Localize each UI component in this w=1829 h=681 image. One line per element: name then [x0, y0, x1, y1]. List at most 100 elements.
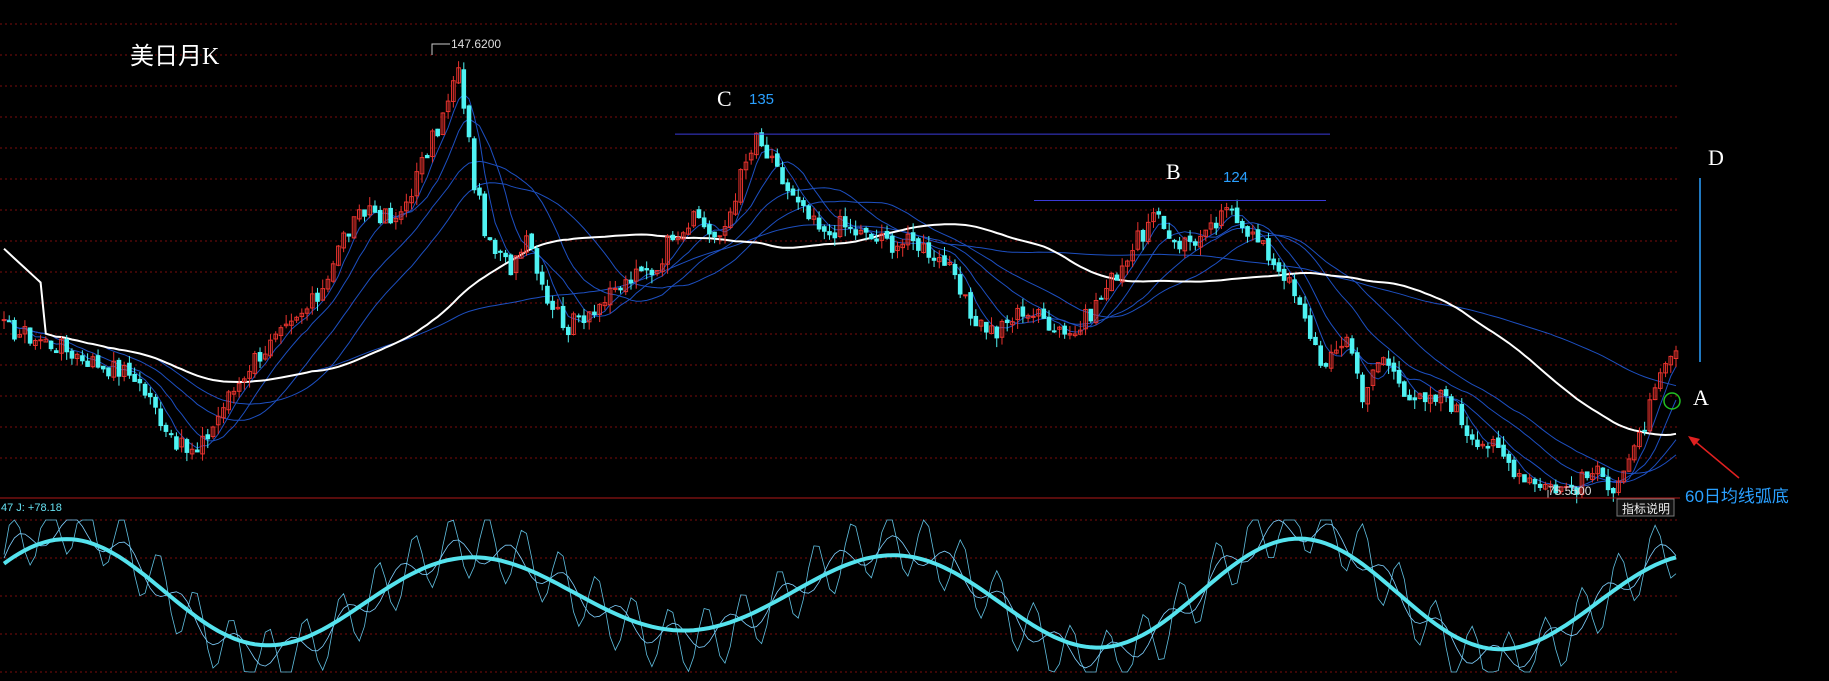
- point-d-label: D: [1708, 145, 1724, 170]
- candle-body: [1020, 306, 1026, 317]
- point-a-label: A: [1693, 385, 1709, 410]
- candle-body: [644, 268, 649, 271]
- candle-body: [487, 237, 493, 241]
- candle-body: [1088, 308, 1094, 322]
- candle-body: [1229, 208, 1235, 211]
- level-c-value: 135: [749, 91, 774, 108]
- candle-body: [707, 224, 712, 235]
- candle-body: [80, 355, 85, 362]
- candle-body: [6, 320, 12, 323]
- candle-body: [1292, 279, 1297, 297]
- candle-body: [931, 257, 937, 261]
- candle-body: [64, 339, 70, 353]
- indicator-help-button-label[interactable]: 指标说明: [1622, 501, 1670, 516]
- indicator-help-button[interactable]: 指标说明: [1616, 498, 1675, 517]
- candle-body: [1046, 316, 1052, 331]
- candle-body: [1297, 297, 1303, 305]
- candle-body: [174, 436, 179, 450]
- candle-body: [1, 319, 7, 322]
- candle-body: [163, 424, 169, 432]
- candle-body: [1412, 397, 1418, 401]
- candle-body: [984, 321, 989, 333]
- candle-body: [1051, 330, 1057, 333]
- candle-body: [424, 154, 430, 159]
- candle-body: [957, 274, 963, 295]
- candle-body: [195, 449, 200, 453]
- candle-body: [775, 153, 780, 167]
- candle-body: [48, 340, 54, 350]
- candle-body: [613, 287, 618, 290]
- candle-body: [853, 229, 858, 236]
- candle-body: [27, 327, 33, 344]
- candle-body: [1475, 439, 1480, 448]
- candle-body: [670, 234, 676, 241]
- candle-body: [1501, 444, 1506, 457]
- candle-body: [539, 271, 545, 285]
- candle-body: [618, 287, 623, 291]
- candle-body: [717, 235, 723, 238]
- candle-body: [148, 392, 153, 398]
- level-b-value: 124: [1223, 169, 1248, 186]
- candle-body: [1177, 240, 1182, 250]
- candle-body: [1234, 207, 1240, 224]
- candle-body: [1464, 425, 1470, 436]
- candle-body: [801, 200, 806, 206]
- candle-body: [1391, 362, 1397, 372]
- candle-body: [639, 266, 644, 272]
- candle-body: [1354, 352, 1360, 374]
- candle-body: [696, 209, 702, 219]
- candle-body: [1281, 268, 1287, 281]
- candle-body: [38, 339, 43, 342]
- candle-body: [388, 207, 393, 224]
- candle-body: [137, 378, 143, 384]
- high-label: 147.6200: [451, 37, 501, 51]
- candle-body: [1266, 238, 1271, 261]
- candle-body: [372, 205, 378, 213]
- candle-body: [1213, 222, 1219, 229]
- candle-body: [790, 188, 796, 196]
- candle-body: [498, 250, 503, 253]
- candle-body: [257, 352, 263, 362]
- candle-body: [477, 187, 482, 196]
- candle-body: [942, 255, 947, 266]
- candle-body: [822, 226, 827, 232]
- candle-body: [184, 439, 190, 453]
- candle-body: [100, 365, 106, 370]
- candle-body: [1302, 303, 1308, 319]
- candle-body: [362, 209, 367, 217]
- candle-body: [1318, 345, 1324, 366]
- candle-body: [1386, 358, 1391, 366]
- candle-body: [142, 383, 148, 396]
- candle-body: [85, 360, 90, 367]
- point-c-label: C: [717, 86, 732, 111]
- ma60-arc-bottom-annotation: 60日均线弧底: [1685, 487, 1789, 506]
- candle-body: [12, 319, 17, 340]
- candle-body: [994, 326, 1000, 339]
- candle-body: [1031, 315, 1036, 318]
- candle-body: [1584, 471, 1590, 479]
- candle-body: [1522, 474, 1527, 483]
- candle-body: [95, 355, 101, 368]
- chart-background: [0, 0, 1829, 681]
- candle-body: [1496, 437, 1501, 448]
- candle-body: [153, 396, 158, 408]
- candle-body: [592, 311, 597, 316]
- candle-body: [916, 238, 921, 251]
- candle-body: [1140, 229, 1146, 242]
- candle-body: [1349, 338, 1355, 354]
- candle-body: [1642, 429, 1647, 432]
- candle-body: [1449, 396, 1454, 412]
- candle-body: [1062, 325, 1067, 335]
- candle-body: [1459, 403, 1465, 426]
- candle-body: [1313, 336, 1318, 346]
- low-label: 75.5500: [1548, 484, 1592, 498]
- candle-body: [889, 235, 895, 253]
- candle-body: [168, 433, 174, 436]
- candle-body: [581, 315, 587, 323]
- candle-body: [461, 69, 467, 109]
- candle-body: [529, 233, 535, 249]
- candle-body: [482, 193, 487, 237]
- candle-body: [158, 408, 164, 427]
- candle-body: [1506, 453, 1512, 463]
- candle-body: [926, 242, 932, 258]
